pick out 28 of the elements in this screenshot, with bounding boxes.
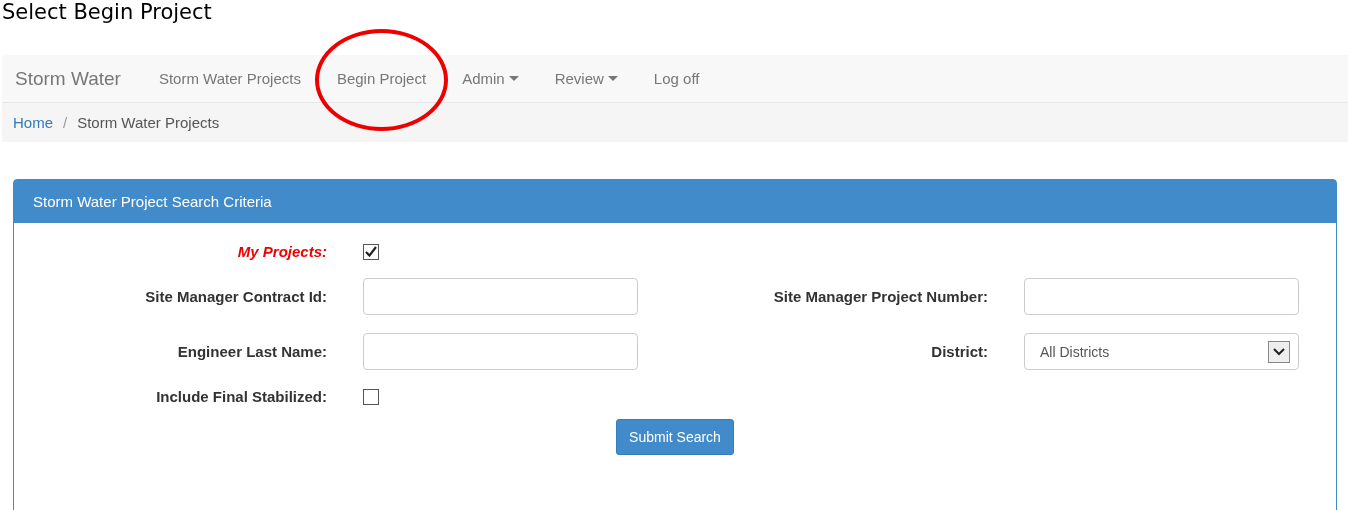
nav-link[interactable]: Review — [536, 70, 636, 87]
panel-title: Storm Water Project Search Criteria — [14, 180, 1336, 223]
input-field[interactable] — [1024, 278, 1299, 315]
checkbox[interactable] — [363, 388, 379, 405]
field-label: Include Final Stabilized: — [156, 388, 327, 405]
nav-link[interactable]: Begin Project — [318, 70, 445, 87]
field-label: Site Manager Contract Id: — [145, 288, 327, 305]
nav-link[interactable]: Admin — [444, 70, 537, 87]
nav-link[interactable]: Storm Water Projects — [140, 70, 319, 87]
field-label: Engineer Last Name: — [177, 343, 327, 360]
input-field[interactable] — [363, 278, 638, 315]
district-select[interactable]: All Districts — [1024, 333, 1299, 370]
field-label: Site Manager Project Number: — [773, 288, 988, 305]
caret-icon — [607, 76, 618, 81]
caption: Select Begin Project — [1, 0, 213, 24]
caret-icon — [1268, 340, 1290, 363]
nav-link[interactable]: Log off — [635, 70, 718, 87]
caret-icon — [508, 76, 519, 81]
breadcrumb-current: Storm Water Projects — [77, 114, 220, 131]
breadcrumb-link[interactable]: Home — [13, 114, 53, 131]
field-label: My Projects: — [237, 243, 327, 260]
check-icon — [365, 246, 377, 257]
submit-button[interactable]: Submit Search — [616, 419, 734, 455]
field-label: District: — [931, 343, 988, 360]
input-field[interactable] — [363, 333, 638, 370]
separator: / — [62, 114, 69, 131]
brand-link[interactable]: Storm Water — [2, 67, 141, 90]
checkbox[interactable] — [363, 243, 379, 260]
